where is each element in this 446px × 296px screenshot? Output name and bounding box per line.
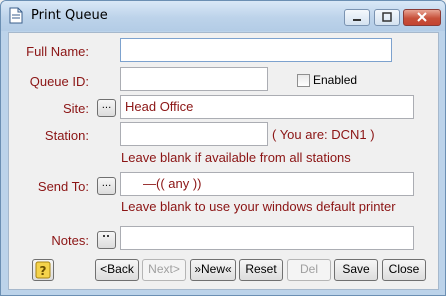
notes-input[interactable] [120,226,414,250]
current-station-note: ( You are: DCN1 ) [272,127,375,142]
window-title: Print Queue [31,8,108,23]
close-button[interactable]: Close [382,259,426,281]
notes-label: Notes: [51,233,89,248]
site-label: Site: [62,101,89,116]
queue-id-input[interactable] [120,67,268,91]
enabled-checkbox[interactable] [297,74,310,87]
send-to-input[interactable]: —(( any )) [120,172,414,196]
send-to-browse-button[interactable]: ... [97,177,116,195]
queue-id-label: Queue ID: [29,74,89,89]
maximize-button[interactable] [374,9,400,26]
print-queue-window: Print Queue Full Name: Queue ID: Enabled… [0,0,446,296]
new-button[interactable]: »New« [190,259,236,281]
maximize-icon [382,12,392,22]
reset-button[interactable]: Reset [239,259,283,281]
site-browse-button[interactable]: ... [97,99,116,117]
station-hint: Leave blank if available from all statio… [121,150,351,165]
minimize-icon [353,19,361,21]
help-button[interactable]: ? [32,259,54,281]
back-button[interactable]: <Back [95,259,139,281]
station-label: Station: [44,128,89,143]
svg-text:?: ? [40,264,47,278]
close-icon [417,12,427,22]
help-icon: ? [35,261,51,279]
enabled-label[interactable]: Enabled [313,73,357,87]
send-to-label: Send To: [37,179,89,194]
site-input[interactable]: Head Office [120,95,414,119]
delete-button[interactable]: Del [287,259,331,281]
document-icon [9,7,23,24]
title-bar[interactable]: Print Queue [1,1,445,31]
notes-icon [103,235,109,237]
next-button[interactable]: Next> [142,259,186,281]
notes-edit-button[interactable] [97,231,116,249]
minimize-button[interactable] [344,9,370,26]
station-input[interactable] [120,122,268,146]
full-name-input[interactable] [120,38,392,62]
send-to-hint: Leave blank to use your windows default … [121,199,396,214]
save-button[interactable]: Save [334,259,378,281]
full-name-label: Full Name: [26,44,89,59]
close-window-button[interactable] [403,9,441,26]
